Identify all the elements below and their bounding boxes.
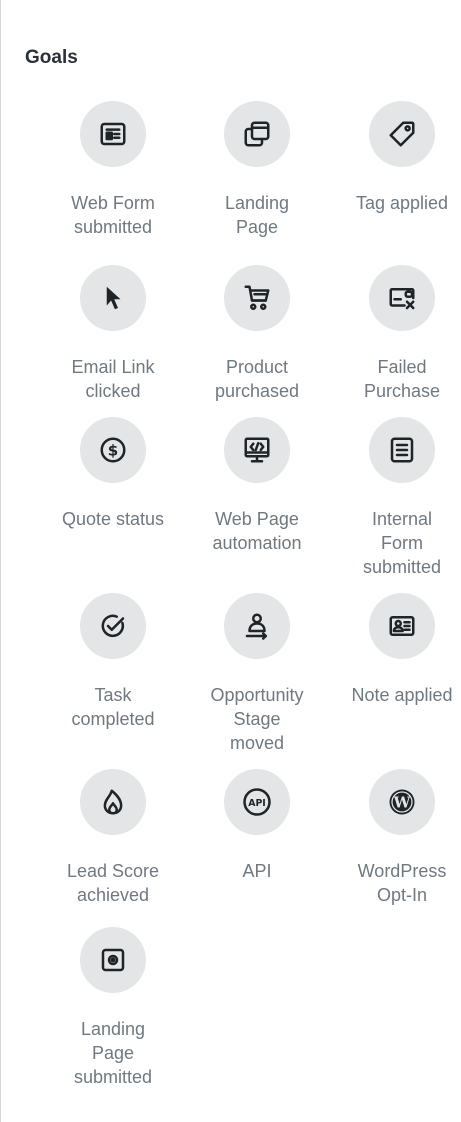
failed-card-icon: [369, 265, 435, 331]
goal-label: Email Link clicked: [71, 357, 155, 401]
goal-product-purchased[interactable]: Product purchased: [192, 265, 322, 425]
svg-text:$: $: [108, 442, 118, 460]
goal-label: Task completed: [71, 685, 155, 729]
goal-web-form-submitted[interactable]: Web Form submitted: [48, 101, 178, 261]
form-document-icon: [369, 417, 435, 483]
tag-icon: [369, 101, 435, 167]
goal-label: Tag applied: [355, 193, 449, 213]
cursor-icon: [80, 265, 146, 331]
goal-label: Landing Page submitted: [73, 1019, 153, 1087]
goal-label: Quote status: [61, 509, 165, 529]
goal-label: API: [242, 861, 272, 881]
landing-page-icon: [224, 101, 290, 167]
goal-internal-form-submitted[interactable]: Internal Form submitted: [337, 417, 461, 577]
goal-label: Lead Score achieved: [66, 861, 160, 905]
goal-landing-page[interactable]: Landing Page: [192, 101, 322, 261]
dollar-icon: $: [80, 417, 146, 483]
goal-lead-score-achieved[interactable]: Lead Score achieved: [48, 769, 178, 929]
code-monitor-icon: [224, 417, 290, 483]
goal-api[interactable]: API API: [192, 769, 322, 929]
flame-icon: [80, 769, 146, 835]
goal-label: Failed Purchase: [363, 357, 441, 401]
goal-opportunity-stage-moved[interactable]: Opportunity Stage moved: [192, 593, 322, 753]
task-check-icon: [80, 593, 146, 659]
goal-web-page-automation[interactable]: Web Page automation: [192, 417, 322, 577]
goal-label: Product purchased: [214, 357, 300, 401]
goal-wordpress-opt-in[interactable]: W WordPress Opt-In: [337, 769, 461, 929]
goal-label: Internal Form submitted: [362, 509, 442, 577]
goal-label: Opportunity Stage moved: [210, 685, 304, 753]
goal-task-completed[interactable]: Task completed: [48, 593, 178, 753]
goal-landing-page-submitted[interactable]: Landing Page submitted: [48, 927, 178, 1087]
contact-card-icon: [369, 593, 435, 659]
web-form-icon: [80, 101, 146, 167]
goal-email-link-clicked[interactable]: Email Link clicked: [48, 265, 178, 425]
wordpress-icon: W: [369, 769, 435, 835]
goal-label: Web Page automation: [212, 509, 302, 553]
goal-label: Note applied: [351, 685, 453, 705]
api-icon-text: API: [248, 798, 266, 809]
landing-page-submitted-icon: [80, 927, 146, 993]
goals-title: Goals: [25, 47, 78, 68]
goal-label: Landing Page: [224, 193, 290, 237]
goal-quote-status[interactable]: $ Quote status: [48, 417, 178, 577]
goal-label: Web Form submitted: [71, 193, 155, 237]
goal-failed-purchase[interactable]: Failed Purchase: [337, 265, 461, 425]
wordpress-icon-text: W: [393, 793, 412, 811]
api-icon: API: [224, 769, 290, 835]
opportunity-stage-icon: [224, 593, 290, 659]
goal-label: WordPress Opt-In: [357, 861, 447, 905]
goals-panel: Goals Web Form submitted Landing Page Ta…: [0, 0, 461, 1122]
goal-note-applied[interactable]: Note applied: [337, 593, 461, 753]
goal-tag-applied[interactable]: Tag applied: [337, 101, 461, 261]
cart-icon: [224, 265, 290, 331]
